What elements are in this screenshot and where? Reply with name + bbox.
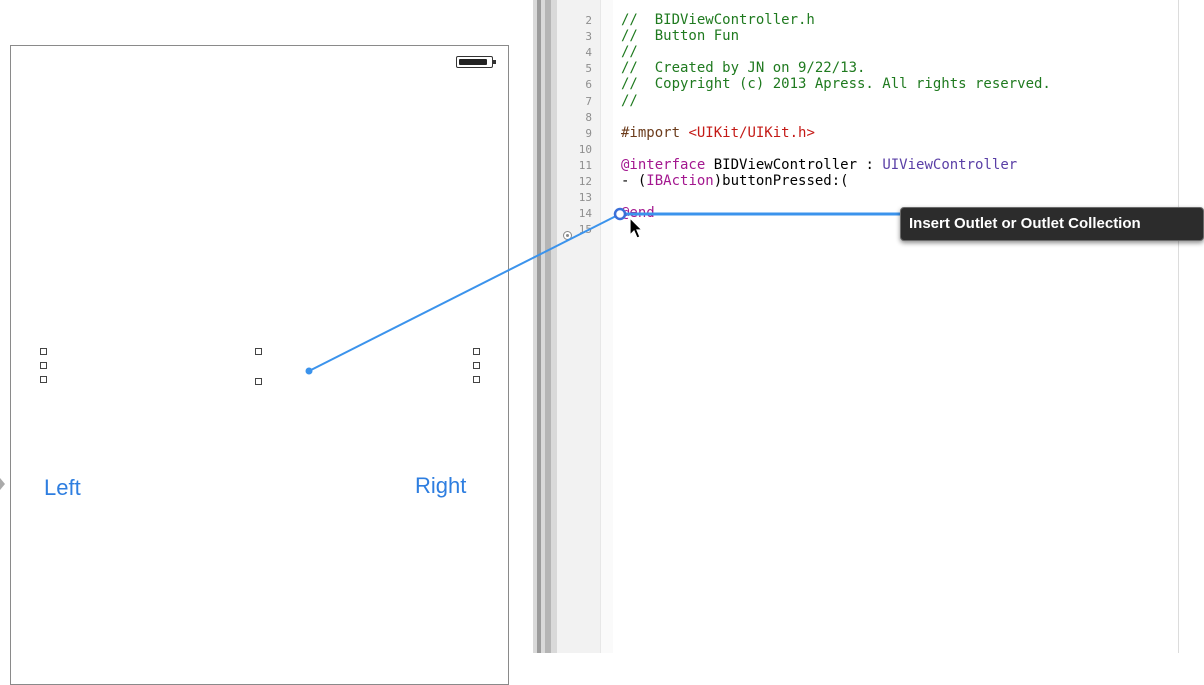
code-token: BIDViewController :: [705, 156, 883, 173]
code-line[interactable]: // Created by JN on 9/22/13.: [621, 60, 865, 76]
line-number: 10: [578, 142, 592, 156]
splitter-divider: [545, 0, 551, 653]
selection-handle[interactable]: [40, 348, 47, 355]
pane-splitter[interactable]: [533, 0, 557, 653]
editor-edge: [1178, 0, 1179, 653]
line-number-gutter: 2 3 4 5 6 7 8 9 10 11 12 13 14 15: [557, 0, 600, 653]
selection-handle[interactable]: [40, 376, 47, 383]
right-button[interactable]: Right: [415, 473, 466, 499]
code-token: //: [621, 92, 638, 109]
code-line[interactable]: @end: [621, 205, 655, 221]
code-token: #import: [621, 124, 689, 141]
code-token: // Copyright (c) 2013 Apress. All rights…: [621, 76, 1051, 93]
selection-handle[interactable]: [255, 348, 262, 355]
line-number: 7: [585, 94, 592, 108]
line-number: 9: [585, 126, 592, 140]
line-number: 5: [585, 62, 592, 76]
code-line[interactable]: // BIDViewController.h: [621, 12, 815, 28]
insert-outlet-tooltip: Insert Outlet or Outlet Collection: [900, 207, 1204, 241]
selection-handle[interactable]: [40, 362, 47, 369]
storyboard-canvas[interactable]: Left Right: [0, 0, 533, 685]
line-number: 6: [585, 78, 592, 92]
line-number: 14: [578, 207, 592, 221]
selection-handle[interactable]: [473, 348, 480, 355]
code-token: // Button Fun: [621, 28, 740, 45]
code-line[interactable]: //: [621, 44, 638, 60]
view-controller-scene[interactable]: [10, 45, 509, 685]
selection-handle[interactable]: [255, 378, 262, 385]
line-number: 3: [585, 30, 592, 44]
assistant-editor[interactable]: 2 3 4 5 6 7 8 9 10 11 12 13 14 15 // BIDViewControlle…: [557, 0, 1204, 653]
selection-handle[interactable]: [473, 362, 480, 369]
left-button[interactable]: Left: [44, 475, 81, 501]
selection-handle[interactable]: [473, 376, 480, 383]
code-token: @end: [621, 205, 655, 222]
line-number: 4: [585, 46, 592, 60]
code-line[interactable]: - (IBAction)buttonPressed:(: [621, 173, 849, 189]
code-line[interactable]: #import <UIKit/UIKit.h>: [621, 125, 815, 141]
code-token: //: [621, 44, 638, 61]
code-token: - (: [621, 173, 647, 189]
code-token: // BIDViewController.h: [621, 12, 815, 28]
line-number: 11: [578, 158, 592, 172]
code-token: // Created by JN on 9/22/13.: [621, 60, 866, 77]
code-token: )buttonPressed:(: [713, 173, 849, 189]
splitter-divider: [537, 0, 541, 653]
gutter-strip: [600, 0, 613, 653]
code-token: IBAction: [646, 173, 714, 189]
scene-entry-arrow-icon: [0, 478, 5, 490]
code-line[interactable]: //: [621, 93, 638, 109]
line-number: 8: [585, 110, 592, 124]
line-number: 2: [585, 14, 592, 27]
line-number: 15: [578, 223, 592, 237]
code-line[interactable]: // Copyright (c) 2013 Apress. All rights…: [621, 76, 1051, 92]
code-token: UIViewController: [882, 156, 1018, 173]
code-line[interactable]: @interface BIDViewController : UIViewCon…: [621, 157, 1017, 173]
battery-icon: [456, 56, 496, 68]
code-token: <UIKit/UIKit.h>: [688, 124, 815, 141]
code-line[interactable]: // Button Fun: [621, 28, 739, 44]
line-number: 12: [578, 175, 592, 188]
code-token: @interface: [621, 156, 706, 173]
line-number: 13: [578, 191, 592, 205]
